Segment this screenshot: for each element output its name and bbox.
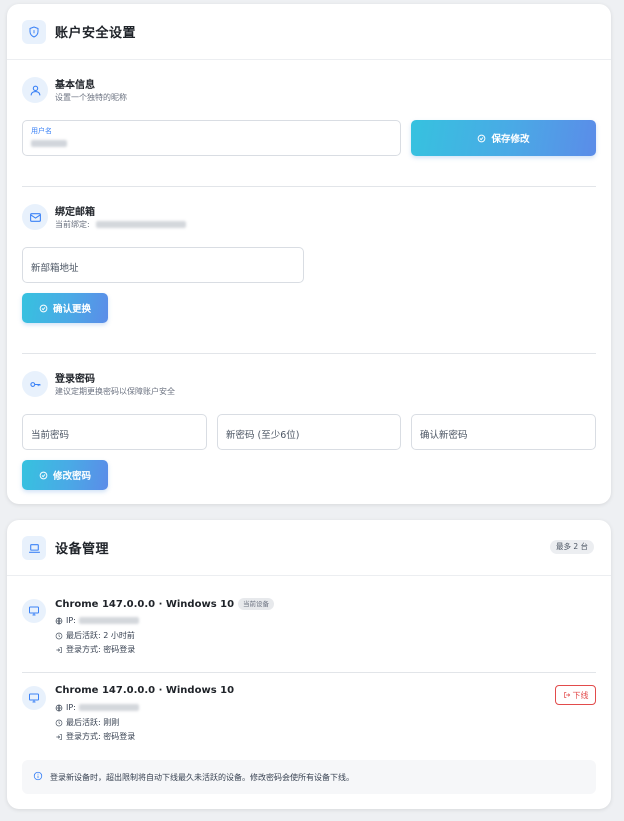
- confirm-change-label: 确认更换: [52, 304, 91, 315]
- change-password-button[interactable]: 修改密码: [22, 460, 108, 490]
- basic-info-title: 基本信息: [55, 80, 95, 91]
- mail-icon: [22, 204, 48, 230]
- basic-info-subtitle: 设置一个独特的昵称: [55, 93, 127, 102]
- new-email-input[interactable]: 新部箱地址: [22, 247, 304, 283]
- info-icon: [33, 771, 43, 781]
- username-label: 用户名: [31, 127, 52, 135]
- confirm-password-input[interactable]: 确认新密码: [411, 414, 596, 450]
- ip-value: [78, 617, 139, 624]
- ip-prefix: IP:: [66, 616, 76, 625]
- change-password-label: 修改密码: [52, 471, 91, 482]
- confirm-password-placeholder: 确认新密码: [420, 430, 468, 441]
- current-password-placeholder: 当前密码: [31, 430, 70, 441]
- ip-prefix: IP:: [66, 703, 76, 712]
- device-title: 设备管理: [55, 542, 110, 557]
- password-title: 登录密码: [55, 374, 95, 385]
- globe-icon: [55, 704, 63, 711]
- new-password-placeholder: 新密码 (至少6位): [226, 430, 300, 441]
- login-icon: [56, 733, 62, 740]
- save-button[interactable]: 保存修改: [411, 120, 596, 156]
- last-active-text: 最后活跃: 刚刚: [66, 718, 120, 727]
- card-header: 账户安全设置: [7, 4, 611, 60]
- email-current-value: [96, 221, 187, 228]
- device-ip: IP:: [55, 616, 139, 625]
- divider: [22, 186, 596, 187]
- login-method-text: 登录方式: 密码登录: [66, 732, 136, 741]
- key-icon: [22, 371, 48, 397]
- globe-icon: [55, 617, 63, 624]
- user-icon: [22, 77, 48, 103]
- device-name-text: Chrome 147.0.0.0 · Windows 10: [55, 685, 235, 696]
- device-ip: IP:: [55, 703, 139, 712]
- check-circle-icon: [478, 134, 486, 142]
- device-name: Chrome 147.0.0.0 · Windows 10: [55, 685, 234, 696]
- current-password-input[interactable]: 当前密码: [22, 414, 207, 450]
- monitor-icon: [22, 599, 46, 623]
- device-name: Chrome 147.0.0.0 · Windows 10 当前设备: [55, 598, 275, 610]
- username-value: [31, 140, 67, 147]
- page-title: 账户安全设置: [55, 26, 137, 41]
- divider: [22, 672, 596, 673]
- new-email-placeholder: 新部箱地址: [31, 263, 79, 274]
- current-device-badge: 当前设备: [238, 598, 275, 610]
- logout-device-button[interactable]: 下线: [555, 685, 596, 705]
- logout-icon: [563, 691, 570, 699]
- confirm-change-button[interactable]: 确认更换: [22, 293, 108, 323]
- card-header: 设备管理 最多 2 台: [7, 520, 611, 576]
- clock-icon: [55, 719, 63, 726]
- laptop-icon: [22, 536, 46, 560]
- password-subtitle: 建议定期更换密码以保障账户安全: [55, 387, 175, 396]
- login-icon: [56, 646, 62, 653]
- check-circle-icon: [39, 304, 48, 312]
- device-name-text: Chrome 147.0.0.0 · Windows 10: [55, 599, 235, 610]
- divider: [22, 353, 596, 354]
- email-current-prefix: 当前绑定:: [55, 220, 90, 229]
- new-password-input[interactable]: 新密码 (至少6位): [217, 414, 401, 450]
- last-active-text: 最后活跃: 2 小时前: [66, 631, 135, 640]
- device-management-card: 设备管理 最多 2 台 Chrome 147.0.0.0 · Windows 1…: [7, 520, 611, 809]
- notice-text: 登录新设备时，超出限制将自动下线最久未活跃的设备。修改密码会使所有设备下线。: [50, 773, 354, 782]
- device-login-method: 登录方式: 密码登录: [55, 644, 135, 655]
- account-security-card: 账户安全设置 基本信息 设置一个独特的昵称 用户名 保存修改 绑定邮箱 当前绑定…: [7, 4, 611, 504]
- clock-icon: [55, 632, 63, 639]
- shield-icon: [22, 20, 46, 44]
- device-login-method: 登录方式: 密码登录: [55, 731, 135, 742]
- logout-label: 下线: [572, 690, 589, 700]
- save-button-label: 保存修改: [491, 134, 530, 145]
- email-title: 绑定邮箱: [55, 207, 95, 218]
- check-circle-icon: [39, 471, 48, 479]
- max-devices-badge: 最多 2 台: [550, 540, 595, 554]
- username-field[interactable]: 用户名: [22, 120, 401, 156]
- login-method-text: 登录方式: 密码登录: [66, 645, 136, 654]
- device-last-active: 最后活跃: 刚刚: [55, 717, 119, 728]
- device-last-active: 最后活跃: 2 小时前: [55, 630, 135, 641]
- ip-value: [78, 704, 139, 711]
- device-notice: 登录新设备时，超出限制将自动下线最久未活跃的设备。修改密码会使所有设备下线。: [22, 760, 596, 794]
- monitor-icon: [22, 686, 46, 710]
- email-current: 当前绑定:: [55, 219, 187, 230]
